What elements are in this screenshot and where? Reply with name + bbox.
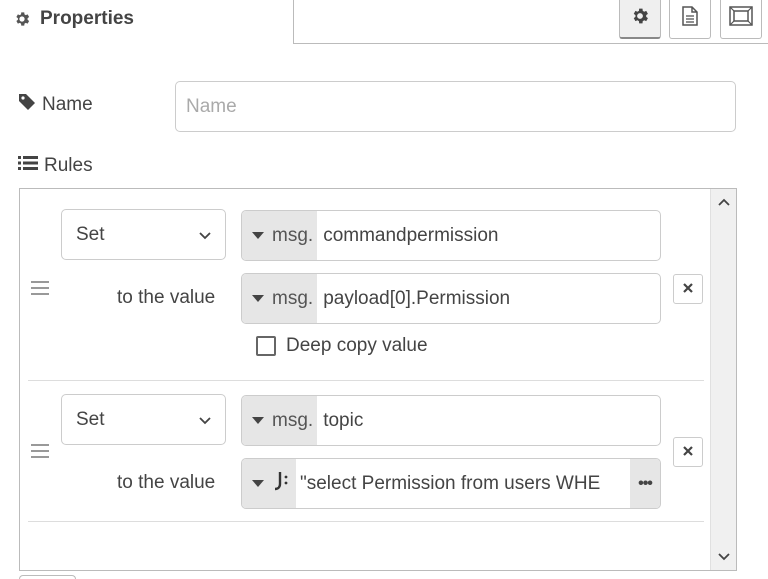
rule-action-value: Set <box>76 223 105 245</box>
rules-label: Rules <box>18 153 93 179</box>
deep-copy-option[interactable]: Deep copy value <box>256 333 428 359</box>
to-the-value-label: to the value <box>117 287 216 308</box>
list-icon <box>18 155 38 177</box>
name-label-text: Name <box>42 94 93 115</box>
name-input[interactable] <box>175 81 736 132</box>
target-type-label: msg. <box>272 224 314 246</box>
chevron-down-icon <box>199 224 211 246</box>
rules-list: Set msg. commandpermission to the value … <box>19 188 737 571</box>
delete-rule-button[interactable] <box>673 437 703 467</box>
value-type-label: msg. <box>272 287 314 309</box>
rule-target-field[interactable]: msg. commandpermission <box>241 210 661 261</box>
appearance-icon <box>729 6 753 31</box>
rule-item: Set msg. commandpermission to the value … <box>28 189 704 381</box>
value-property-input[interactable]: payload[0].Permission <box>317 274 660 323</box>
drag-handle-icon[interactable] <box>31 444 49 458</box>
description-tab-button[interactable] <box>669 0 711 39</box>
expand-editor-button[interactable]: ••• <box>630 459 660 508</box>
value-type-selector[interactable] <box>242 459 296 508</box>
value-type-selector[interactable]: msg. <box>242 274 318 323</box>
scroll-up-arrow-icon[interactable] <box>711 191 737 213</box>
tag-icon <box>18 93 36 117</box>
appearance-tab-button[interactable] <box>720 0 762 39</box>
to-the-value-label: to the value <box>117 472 216 493</box>
properties-tab-button[interactable] <box>619 0 661 39</box>
rule-action-value: Set <box>76 408 105 430</box>
jsonata-icon <box>272 470 290 498</box>
drag-handle-icon[interactable] <box>31 281 49 295</box>
caret-down-icon <box>252 295 264 302</box>
target-type-selector[interactable]: msg. <box>242 211 318 260</box>
target-property-input[interactable]: topic <box>317 396 660 445</box>
chevron-down-icon <box>199 409 211 431</box>
caret-down-icon <box>252 232 264 239</box>
caret-down-icon <box>252 480 264 487</box>
rules-scrollbar[interactable] <box>710 189 736 570</box>
rule-item: Set msg. topic to the value "select Perm… <box>28 381 704 522</box>
target-type-selector[interactable]: msg. <box>242 396 318 445</box>
properties-header: Properties <box>12 6 134 32</box>
add-rule-button[interactable] <box>19 575 76 579</box>
target-type-label: msg. <box>272 409 314 431</box>
deep-copy-checkbox[interactable] <box>256 336 276 356</box>
deep-copy-label: Deep copy value <box>286 335 428 356</box>
gear-icon <box>12 9 32 29</box>
rule-action-select[interactable]: Set <box>61 209 226 260</box>
gear-icon <box>630 6 650 31</box>
document-icon <box>681 6 699 31</box>
close-icon <box>683 280 693 298</box>
rule-target-field[interactable]: msg. topic <box>241 395 661 446</box>
close-icon <box>683 443 693 461</box>
rules-label-text: Rules <box>44 155 93 176</box>
scroll-down-arrow-icon[interactable] <box>711 546 737 568</box>
name-label: Name <box>18 92 93 118</box>
rule-value-field[interactable]: "select Permission from users WHE ••• <box>241 458 661 509</box>
page-title: Properties <box>40 8 134 29</box>
caret-down-icon <box>252 417 264 424</box>
delete-rule-button[interactable] <box>673 274 703 304</box>
rule-action-select[interactable]: Set <box>61 394 226 445</box>
target-property-input[interactable]: commandpermission <box>317 211 660 260</box>
jsonata-expression-input[interactable]: "select Permission from users WHE <box>296 459 630 508</box>
rule-value-field[interactable]: msg. payload[0].Permission <box>241 273 661 324</box>
